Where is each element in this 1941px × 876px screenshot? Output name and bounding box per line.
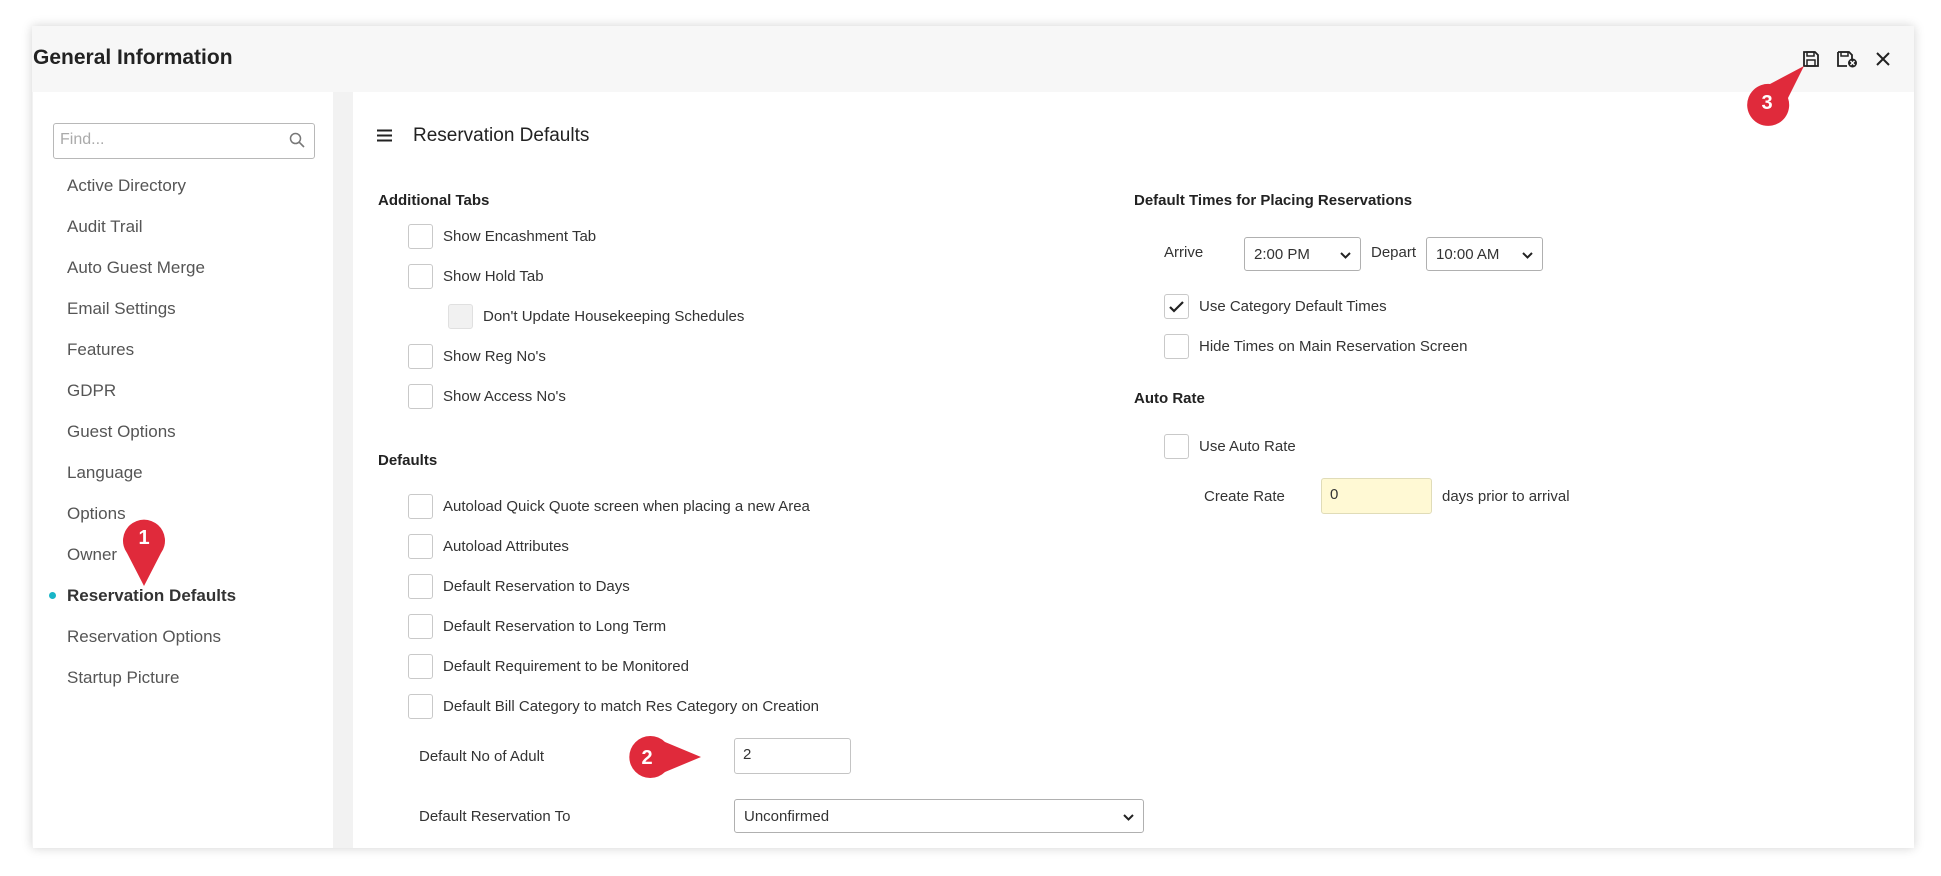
create-rate-label: Create Rate [1204, 488, 1285, 505]
show-encashment-tab-row: Show Encashment Tab [408, 224, 596, 249]
annotation-marker-1: 1 [119, 513, 169, 592]
default-reservation-long-term-row: Default Reservation to Long Term [408, 614, 666, 639]
sidebar-item-language[interactable]: Language [67, 463, 143, 483]
save-close-icon[interactable] [1833, 45, 1861, 73]
sidebar-item-owner[interactable]: Owner [67, 545, 117, 565]
show-encashment-tab-checkbox[interactable] [408, 224, 433, 249]
defaults-heading: Defaults [378, 452, 438, 469]
checkbox-label: Hide Times on Main Reservation Screen [1199, 338, 1468, 355]
default-times-heading: Default Times for Placing Reservations [1134, 192, 1413, 209]
use-auto-rate-row: Use Auto Rate [1164, 434, 1296, 459]
checkbox-label: Show Reg No's [443, 348, 546, 365]
arrive-label: Arrive [1164, 244, 1204, 261]
title-bar: General Information [32, 26, 1914, 92]
depart-label: Depart [1371, 244, 1417, 261]
autoload-quick-quote-checkbox[interactable] [408, 494, 433, 519]
search-input[interactable] [54, 124, 274, 156]
select-value: Unconfirmed [744, 807, 830, 825]
checkbox-label: Use Auto Rate [1199, 438, 1296, 455]
checkbox-label: Default Reservation to Long Term [443, 618, 667, 635]
default-requirement-monitored-row: Default Requirement to be Monitored [408, 654, 689, 679]
checkbox-label: Autoload Quick Quote screen when placing… [443, 498, 810, 515]
show-access-nos-checkbox[interactable] [408, 384, 433, 409]
page-title: Reservation Defaults [413, 125, 590, 146]
checkbox-label: Autoload Attributes [443, 538, 569, 555]
sidebar-item-auto-guest-merge[interactable]: Auto Guest Merge [67, 258, 205, 278]
arrive-time-select[interactable]: 2:00 PM [1244, 237, 1361, 271]
use-category-default-times-row: Use Category Default Times [1164, 294, 1387, 319]
sidebar-item-email-settings[interactable]: Email Settings [67, 299, 176, 319]
default-reservation-days-checkbox[interactable] [408, 574, 433, 599]
general-information-window: General Information Active Directory Aud… [32, 26, 1914, 848]
marker-number: 1 [138, 527, 149, 549]
checkbox-label: Show Hold Tab [443, 268, 544, 285]
main-panel: Reservation Defaults Additional Tabs Sho… [353, 92, 1914, 848]
sidebar-item-features[interactable]: Features [67, 340, 134, 360]
default-bill-category-row: Default Bill Category to match Res Categ… [408, 694, 819, 719]
checkbox-label: Don't Update Housekeeping Schedules [483, 308, 745, 325]
close-icon[interactable] [1869, 45, 1897, 73]
use-auto-rate-checkbox[interactable] [1164, 434, 1189, 459]
search-icon[interactable] [289, 132, 305, 153]
sidebar-item-audit-trail[interactable]: Audit Trail [67, 217, 143, 237]
default-bill-category-checkbox[interactable] [408, 694, 433, 719]
checkbox-label: Default Bill Category to match Res Categ… [443, 698, 820, 715]
hide-times-main-screen-row: Hide Times on Main Reservation Screen [1164, 334, 1467, 359]
default-reservation-days-row: Default Reservation to Days [408, 574, 630, 599]
show-reg-nos-checkbox[interactable] [408, 344, 433, 369]
sidebar-item-startup-picture[interactable]: Startup Picture [67, 668, 179, 688]
sidebar-item-guest-options[interactable]: Guest Options [67, 422, 176, 442]
checkbox-label: Default Requirement to be Monitored [443, 658, 689, 675]
default-no-of-adult-label: Default No of Adult [419, 748, 545, 765]
default-reservation-long-term-checkbox[interactable] [408, 614, 433, 639]
use-category-default-times-checkbox[interactable] [1164, 294, 1189, 319]
additional-tabs-heading: Additional Tabs [378, 192, 490, 209]
show-hold-tab-checkbox[interactable] [408, 264, 433, 289]
checkbox-label: Default Reservation to Days [443, 578, 630, 595]
checkbox-label: Show Encashment Tab [443, 228, 597, 245]
search-box [53, 123, 315, 159]
default-requirement-monitored-checkbox[interactable] [408, 654, 433, 679]
sidebar-item-options[interactable]: Options [67, 504, 126, 524]
marker-number: 3 [1761, 92, 1772, 114]
show-access-nos-row: Show Access No's [408, 384, 566, 409]
annotation-marker-2: 2 [623, 734, 703, 785]
dont-update-housekeeping-row: Don't Update Housekeeping Schedules [448, 304, 744, 329]
autoload-quick-quote-row: Autoload Quick Quote screen when placing… [408, 494, 810, 519]
show-hold-tab-row: Show Hold Tab [408, 264, 544, 289]
checkmark-icon [1169, 300, 1184, 313]
hide-times-main-screen-checkbox[interactable] [1164, 334, 1189, 359]
hamburger-menu-icon[interactable] [377, 129, 392, 147]
sidebar-item-reservation-options[interactable]: Reservation Options [67, 627, 221, 647]
create-rate-input[interactable]: 0 [1321, 478, 1432, 514]
autoload-attributes-row: Autoload Attributes [408, 534, 569, 559]
annotation-marker-3: 3 [1742, 64, 1812, 133]
select-value: 10:00 AM [1436, 245, 1500, 263]
chevron-down-icon [1340, 248, 1351, 265]
show-reg-nos-row: Show Reg No's [408, 344, 546, 369]
marker-number: 2 [641, 747, 652, 769]
depart-time-select[interactable]: 10:00 AM [1426, 237, 1543, 271]
autoload-attributes-checkbox[interactable] [408, 534, 433, 559]
chevron-down-icon [1123, 810, 1134, 827]
checkbox-label: Use Category Default Times [1199, 298, 1387, 315]
sidebar-item-active-directory[interactable]: Active Directory [67, 176, 186, 196]
chevron-down-icon [1522, 248, 1533, 265]
default-no-of-adult-input[interactable]: 2 [734, 738, 851, 774]
default-reservation-to-select[interactable]: Unconfirmed [734, 799, 1144, 833]
dont-update-housekeeping-checkbox[interactable] [448, 304, 473, 329]
create-rate-suffix: days prior to arrival [1442, 488, 1570, 505]
auto-rate-heading: Auto Rate [1134, 390, 1205, 407]
sidebar: Active Directory Audit Trail Auto Guest … [33, 92, 333, 848]
sidebar-item-gdpr[interactable]: GDPR [67, 381, 116, 401]
select-value: 2:00 PM [1254, 245, 1310, 263]
default-reservation-to-label: Default Reservation To [419, 808, 571, 825]
window-title: General Information [33, 46, 233, 69]
active-indicator-dot [49, 592, 56, 599]
checkbox-label: Show Access No's [443, 388, 566, 405]
